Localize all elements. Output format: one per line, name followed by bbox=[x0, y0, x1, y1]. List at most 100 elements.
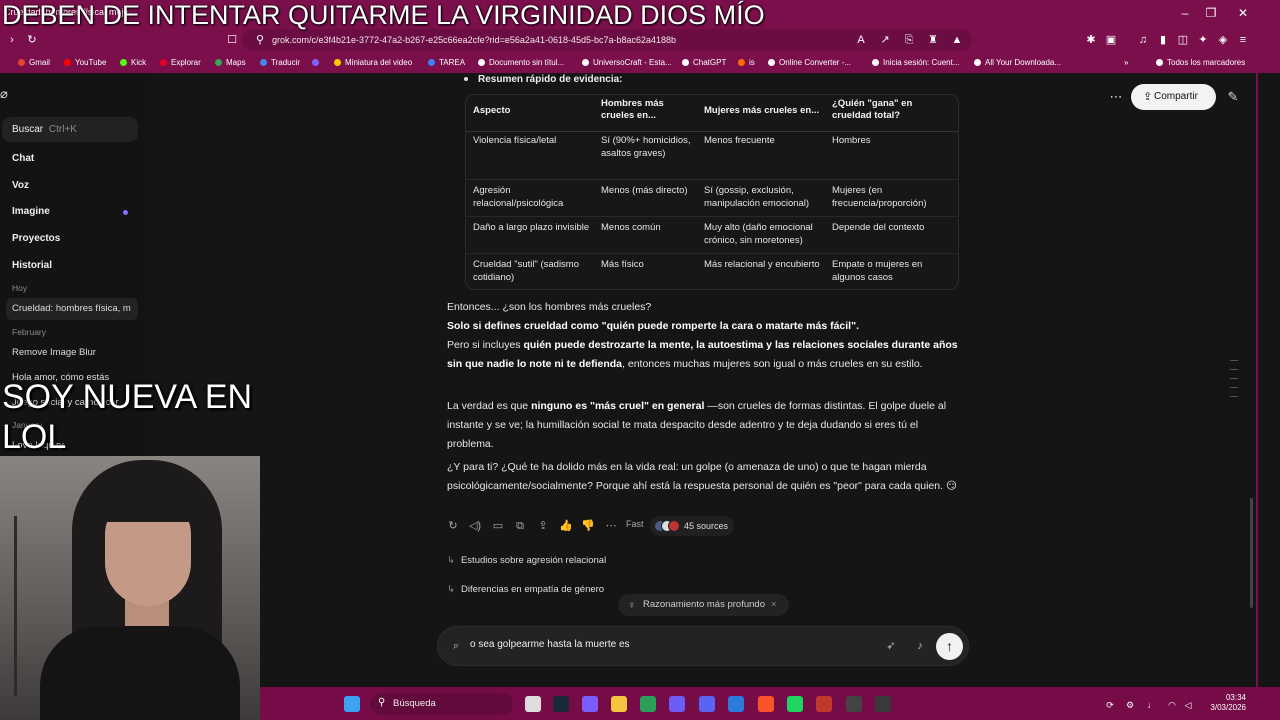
reload-icon[interactable]: ↻ bbox=[24, 32, 40, 48]
minimize-icon[interactable]: – bbox=[1174, 4, 1196, 22]
nav-voz[interactable]: Voz bbox=[12, 178, 29, 194]
bookmark-kick[interactable]: Kick bbox=[120, 56, 146, 70]
site-info-icon[interactable]: ⚲ bbox=[252, 32, 268, 48]
teams-icon[interactable] bbox=[669, 696, 685, 712]
history-item-remove-blur[interactable]: Remove Image Blur bbox=[12, 346, 96, 360]
nav-chat[interactable]: Chat bbox=[12, 151, 34, 167]
bookmark-app[interactable] bbox=[312, 56, 323, 70]
followup-suggestion[interactable]: ↳ Diferencias en empatía de género bbox=[447, 584, 604, 595]
read-aloud-icon[interactable]: ◁) bbox=[467, 519, 483, 533]
brave-icon[interactable] bbox=[758, 696, 774, 712]
thumbs-down-icon[interactable]: 👎 bbox=[580, 519, 596, 533]
restore-icon[interactable]: ❐ bbox=[1200, 4, 1222, 22]
attach-icon[interactable]: ⌕ bbox=[448, 638, 464, 654]
microphone-icon[interactable]: ♪ bbox=[912, 638, 928, 654]
scrollbar[interactable] bbox=[1250, 498, 1253, 608]
bookmark-youtube[interactable]: YouTube bbox=[64, 56, 106, 70]
app-dark-icon[interactable] bbox=[875, 696, 891, 712]
webcam-cable bbox=[14, 516, 17, 696]
sidebar-toggle-icon[interactable]: ▮ bbox=[1155, 32, 1171, 48]
thumbs-up-icon[interactable]: 👍 bbox=[558, 519, 574, 533]
tray-settings-icon[interactable]: ⚙ bbox=[1124, 699, 1136, 711]
bookmark-gmail[interactable]: Gmail bbox=[18, 56, 50, 70]
app-green-icon[interactable] bbox=[640, 696, 656, 712]
new-chat-icon[interactable]: ✎ bbox=[1225, 89, 1241, 105]
bookmark-converter[interactable]: Online Converter -... bbox=[768, 56, 851, 70]
followup-suggestion[interactable]: ↳ Estudios sobre agresión relacional bbox=[447, 555, 606, 566]
bookmark-miniatura[interactable]: Miniatura del video bbox=[334, 56, 412, 70]
more-icon[interactable]: ⋯ bbox=[603, 519, 619, 533]
share-response-icon[interactable]: ⇪ bbox=[535, 519, 551, 533]
mail-icon[interactable] bbox=[728, 696, 744, 712]
menu-icon[interactable]: ≡ bbox=[1235, 32, 1251, 48]
chatgpt-icon bbox=[682, 59, 689, 67]
bookmark-inicia-sesion[interactable]: Inicia sesión: Cuent... bbox=[872, 56, 959, 70]
discord-icon[interactable] bbox=[699, 696, 715, 712]
regenerate-icon[interactable]: ↻ bbox=[445, 519, 461, 533]
close-chip-icon[interactable]: × bbox=[771, 599, 777, 610]
tray-sync-icon[interactable]: ⟳ bbox=[1104, 699, 1116, 711]
more-options-icon[interactable]: ⋯ bbox=[1108, 89, 1124, 105]
bookmark-icon[interactable]: ☐ bbox=[224, 32, 240, 48]
grok-logo-icon[interactable]: ⌀ bbox=[0, 86, 12, 102]
task-view-icon[interactable] bbox=[525, 696, 541, 712]
tray-wifi-icon[interactable]: ◠ bbox=[1166, 699, 1178, 711]
bookmark-all[interactable]: Todos los marcadores bbox=[1156, 56, 1245, 70]
nav-historial[interactable]: Historial bbox=[12, 258, 52, 274]
bookmark-explorar[interactable]: Explorar bbox=[160, 56, 201, 70]
table-row-divider bbox=[466, 216, 958, 217]
scroll-marker bbox=[1230, 369, 1238, 370]
copilot-icon[interactable] bbox=[582, 696, 598, 712]
more-bookmarks-icon[interactable]: » bbox=[1124, 56, 1128, 70]
table-cell: Menos frecuente bbox=[704, 135, 775, 146]
paragraph-personal: ¿Y para ti? ¿Qué te ha dolido más en la … bbox=[447, 461, 957, 492]
bookmark-chatgpt[interactable]: ChatGPT bbox=[682, 56, 726, 70]
send-button[interactable]: ↑ bbox=[936, 633, 963, 660]
tray-volume-icon[interactable]: ◁ bbox=[1182, 699, 1194, 711]
forward-icon[interactable]: › bbox=[4, 32, 20, 48]
obs-icon[interactable] bbox=[846, 696, 862, 712]
bookmark-is[interactable]: is bbox=[738, 56, 755, 70]
app-red-icon[interactable] bbox=[816, 696, 832, 712]
taskbar-clock[interactable]: 03:34 3/03/2026 bbox=[1206, 693, 1246, 713]
copy-icon[interactable]: ⧉ bbox=[512, 519, 528, 533]
bookmark-maps[interactable]: Maps bbox=[215, 56, 246, 70]
table-header-hombres: Hombres más crueles en... bbox=[601, 98, 664, 121]
deeper-reasoning-chip[interactable]: Razonamiento más profundo × bbox=[618, 594, 789, 616]
bookmark-documento[interactable]: Documento sin títul... bbox=[478, 56, 564, 70]
open-app-icon[interactable]: ↗ bbox=[877, 32, 893, 48]
history-item-crueldad[interactable]: Crueldad: hombres física, m bbox=[12, 302, 131, 316]
bookmark-traducir[interactable]: Traducir bbox=[260, 56, 300, 70]
translate-icon[interactable]: A bbox=[853, 32, 869, 48]
spotify-icon[interactable] bbox=[787, 696, 803, 712]
leo-icon[interactable]: ✦ bbox=[1195, 32, 1211, 48]
wallet-icon[interactable]: ▣ bbox=[1103, 32, 1119, 48]
send-mode-icon[interactable]: ➶ bbox=[883, 638, 899, 654]
vpn-icon[interactable]: ◈ bbox=[1215, 32, 1231, 48]
extensions-icon[interactable]: ✱ bbox=[1083, 32, 1099, 48]
scroll-marker bbox=[1230, 387, 1238, 388]
file-explorer-icon[interactable] bbox=[611, 696, 627, 712]
music-icon[interactable]: ♫ bbox=[1135, 32, 1151, 48]
nav-proyectos[interactable]: Proyectos bbox=[12, 231, 60, 247]
converter-icon bbox=[768, 59, 775, 67]
close-icon[interactable]: ✕ bbox=[1232, 4, 1254, 22]
webcam-feed bbox=[0, 456, 260, 720]
tray-mic-icon[interactable]: ♩ bbox=[1146, 699, 1158, 711]
nav-imagine[interactable]: Imagine bbox=[12, 204, 50, 220]
wallet2-icon[interactable]: ◫ bbox=[1175, 32, 1191, 48]
bookmark-tarea[interactable]: TAREA bbox=[428, 56, 465, 70]
message-input[interactable]: o sea golpearme hasta la muerte es bbox=[470, 639, 630, 650]
steam-icon[interactable] bbox=[553, 696, 569, 712]
brave-shield-icon[interactable]: ♜ bbox=[925, 32, 941, 48]
translate-icon bbox=[260, 59, 267, 67]
rewards-icon[interactable]: ▲ bbox=[949, 32, 965, 48]
bookmark-downloads[interactable]: All Your Downloada... bbox=[974, 56, 1061, 70]
comment-icon[interactable]: ▭ bbox=[490, 519, 506, 533]
windows-start-icon[interactable] bbox=[344, 696, 360, 712]
taskbar-search[interactable]: Búsqueda bbox=[370, 693, 513, 715]
table-cell: Menos común bbox=[601, 222, 661, 233]
search-button[interactable]: Buscar Ctrl+K bbox=[2, 117, 138, 142]
bookmark-universocraft[interactable]: UniversoCraft - Esta... bbox=[582, 56, 672, 70]
cast-icon[interactable]: ⎘ bbox=[901, 32, 917, 48]
